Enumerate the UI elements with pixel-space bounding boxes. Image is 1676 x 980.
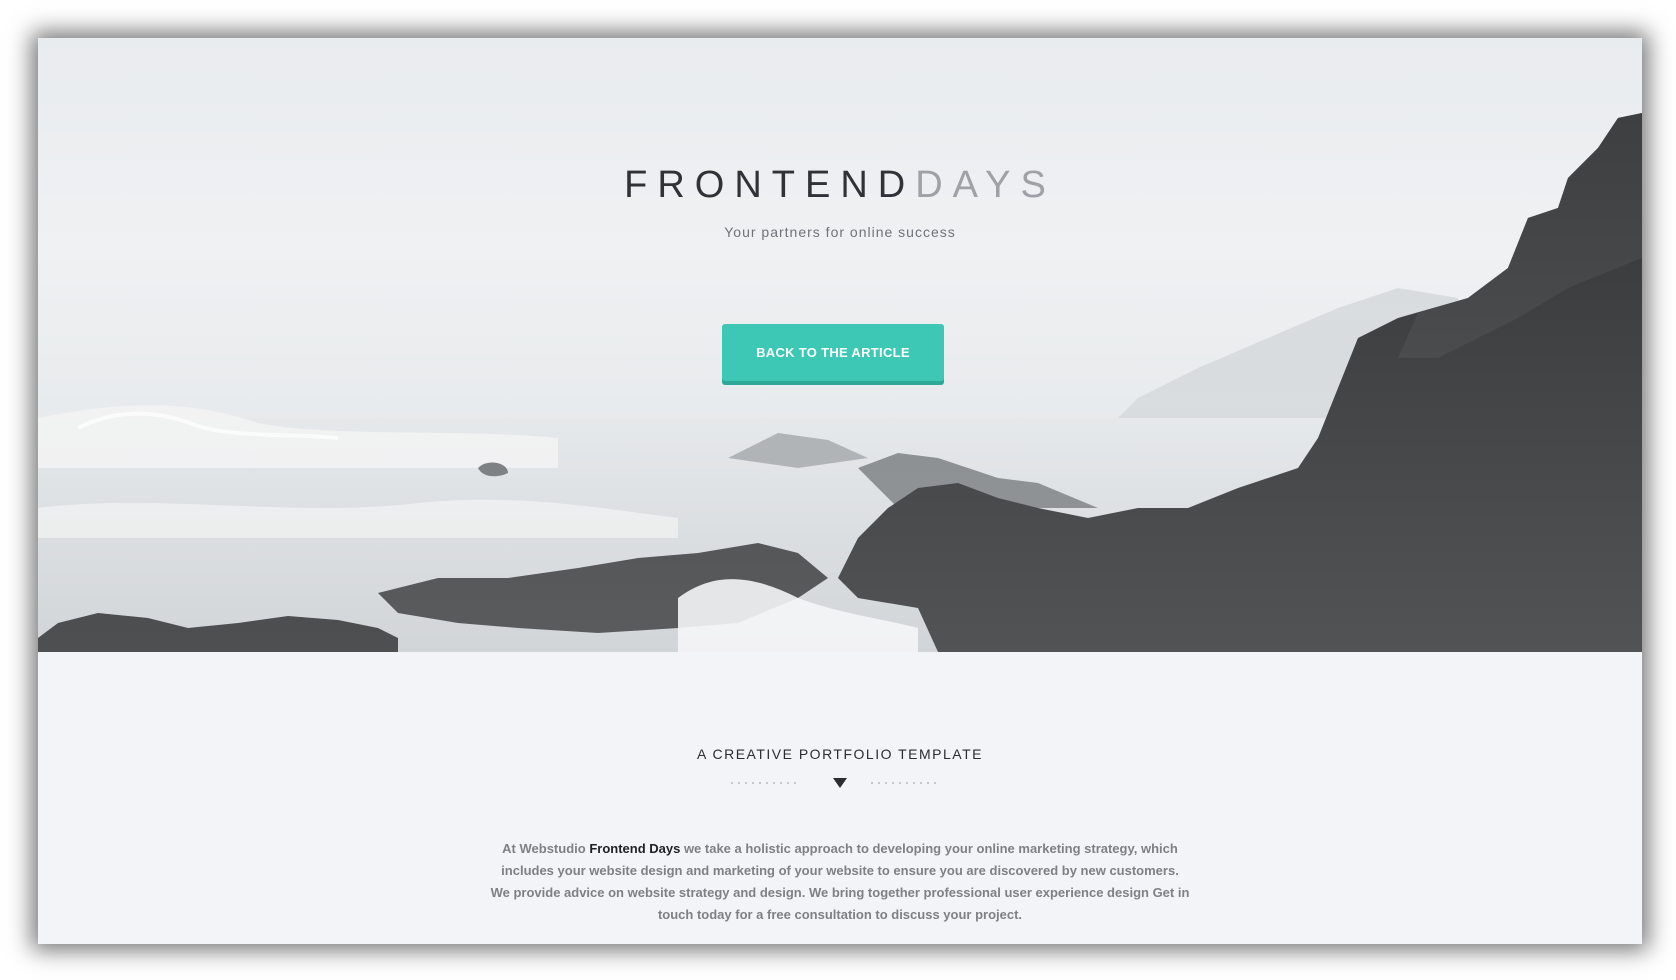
- section-heading: A CREATIVE PORTFOLIO TEMPLATE: [697, 746, 983, 762]
- site-title-primary: FRONTEND: [624, 164, 916, 206]
- divider-dots-left: [731, 782, 796, 784]
- site-tagline: Your partners for online success: [724, 224, 956, 240]
- section-divider: [731, 778, 936, 788]
- divider-dots-right: [871, 782, 936, 784]
- triangle-down-icon: [833, 778, 847, 788]
- site-title: FRONTENDDAYS: [38, 164, 1642, 207]
- brand-name: Frontend Days: [589, 841, 681, 856]
- intro-paragraph: At Webstudio Frontend Days we take a hol…: [490, 838, 1190, 926]
- page-frame: FRONTENDDAYS Your partners for online su…: [38, 38, 1642, 944]
- site-title-secondary: DAYS: [915, 164, 1056, 206]
- intro-text-start: At Webstudio: [502, 841, 590, 856]
- back-to-article-button[interactable]: BACK TO THE ARTICLE: [722, 324, 944, 381]
- hero-section: FRONTENDDAYS Your partners for online su…: [38, 38, 1642, 652]
